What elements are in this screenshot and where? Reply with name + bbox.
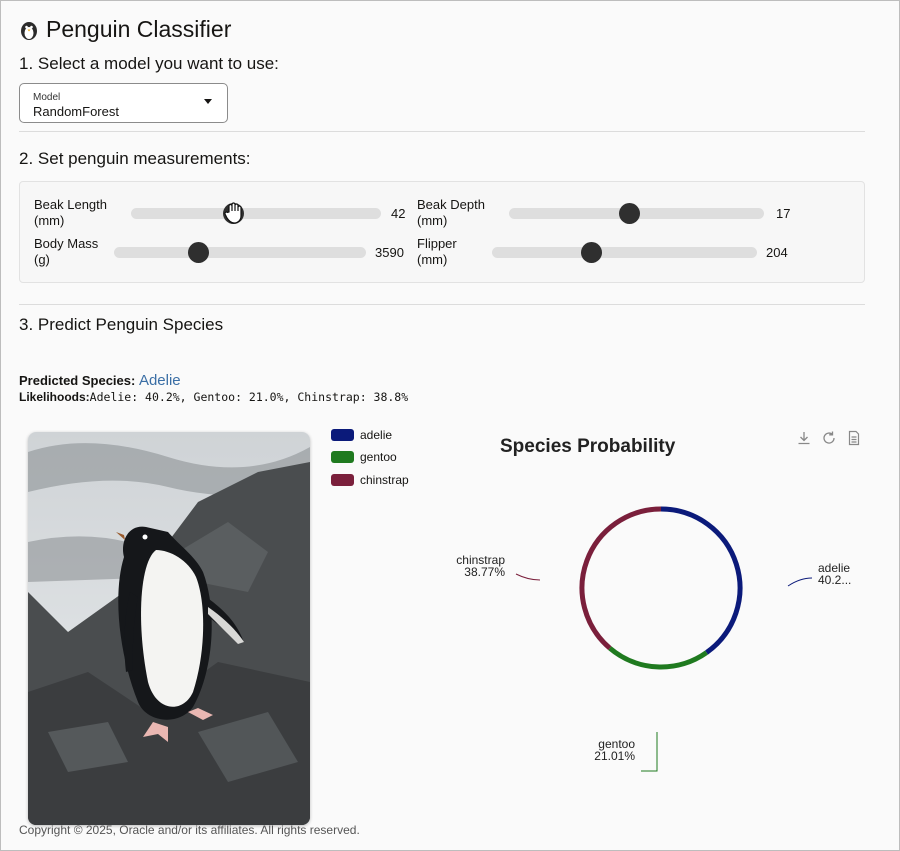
beak-depth-label: Beak Depth (mm) bbox=[417, 197, 485, 228]
slice-value-gentoo: 21.01% bbox=[594, 749, 635, 763]
predicted-species-value: Adelie bbox=[138, 372, 181, 389]
legend-swatch bbox=[331, 451, 354, 463]
legend-item-chinstrap[interactable]: chinstrap bbox=[331, 473, 409, 487]
refresh-icon[interactable] bbox=[821, 430, 837, 446]
flipper-label: Flipper (mm) bbox=[417, 236, 457, 267]
legend-label: gentoo bbox=[360, 450, 397, 464]
legend-label: adelie bbox=[360, 428, 393, 442]
flipper-slider-thumb[interactable] bbox=[581, 242, 602, 263]
beak-length-label: Beak Length (mm) bbox=[34, 197, 108, 228]
penguin-logo-icon bbox=[21, 21, 37, 40]
flipper-slider[interactable] bbox=[492, 247, 757, 258]
body-mass-slider[interactable] bbox=[114, 247, 366, 258]
step-select-model: 1. Select a model you want to use: bbox=[19, 54, 279, 73]
legend-swatch bbox=[331, 429, 354, 441]
beak-depth-slider-thumb[interactable] bbox=[619, 203, 640, 224]
legend-swatch bbox=[331, 474, 354, 486]
predicted-species-label: Predicted Species: bbox=[19, 373, 136, 388]
measurements-panel: Beak Length (mm) 42 Beak Depth (mm) 17 B… bbox=[19, 181, 865, 283]
page-title: Penguin Classifier bbox=[18, 16, 231, 43]
donut-slice-gentoo[interactable] bbox=[608, 646, 708, 670]
slice-value-chinstrap: 38.77% bbox=[464, 565, 505, 579]
donut-slice-chinstrap[interactable] bbox=[579, 506, 662, 651]
legend-label: chinstrap bbox=[360, 473, 409, 487]
legend-item-adelie[interactable]: adelie bbox=[331, 428, 392, 442]
species-probability-chart: adelie40.2...gentoo21.01%chinstrap38.77% bbox=[456, 506, 851, 772]
chevron-down-icon bbox=[204, 99, 212, 104]
likelihoods: Likelihoods:Adelie: 40.2%, Gentoo: 21.0%… bbox=[19, 390, 408, 404]
beak-depth-value: 17 bbox=[776, 206, 791, 221]
body-mass-slider-thumb[interactable] bbox=[188, 242, 209, 263]
model-select-label: Model bbox=[33, 92, 61, 103]
slice-value-adelie: 40.2... bbox=[818, 573, 851, 587]
penguin-photo bbox=[28, 432, 310, 825]
label-leader-line bbox=[515, 573, 541, 581]
hand-cursor-icon bbox=[224, 202, 242, 224]
predicted-species: Predicted Species: Adelie bbox=[19, 372, 181, 389]
divider bbox=[19, 131, 865, 132]
document-icon[interactable] bbox=[846, 430, 862, 446]
beak-length-value: 42 bbox=[391, 206, 406, 221]
step-predict: 3. Predict Penguin Species bbox=[19, 315, 224, 334]
chart-title: Species Probability bbox=[500, 436, 676, 457]
body-mass-label: Body Mass (g) bbox=[34, 236, 99, 267]
legend-item-gentoo[interactable]: gentoo bbox=[331, 450, 397, 464]
label-leader-line bbox=[641, 732, 658, 772]
beak-length-slider[interactable] bbox=[131, 208, 381, 219]
flipper-value: 204 bbox=[766, 245, 788, 260]
label-leader-line bbox=[787, 577, 813, 587]
model-select[interactable]: Model RandomForest bbox=[19, 83, 228, 123]
download-icon[interactable] bbox=[796, 430, 812, 446]
footer-copyright: Copyright © 2025, Oracle and/or its affi… bbox=[19, 823, 360, 837]
model-select-value: RandomForest bbox=[33, 104, 119, 119]
likelihoods-value: Adelie: 40.2%, Gentoo: 21.0%, Chinstrap:… bbox=[89, 390, 409, 404]
divider bbox=[19, 304, 865, 305]
donut-slice-adelie[interactable] bbox=[660, 506, 743, 655]
app-title: Penguin Classifier bbox=[46, 16, 232, 42]
body-mass-value: 3590 bbox=[375, 245, 404, 260]
likelihoods-label: Likelihoods: bbox=[19, 390, 90, 404]
step-measurements: 2. Set penguin measurements: bbox=[19, 149, 251, 168]
